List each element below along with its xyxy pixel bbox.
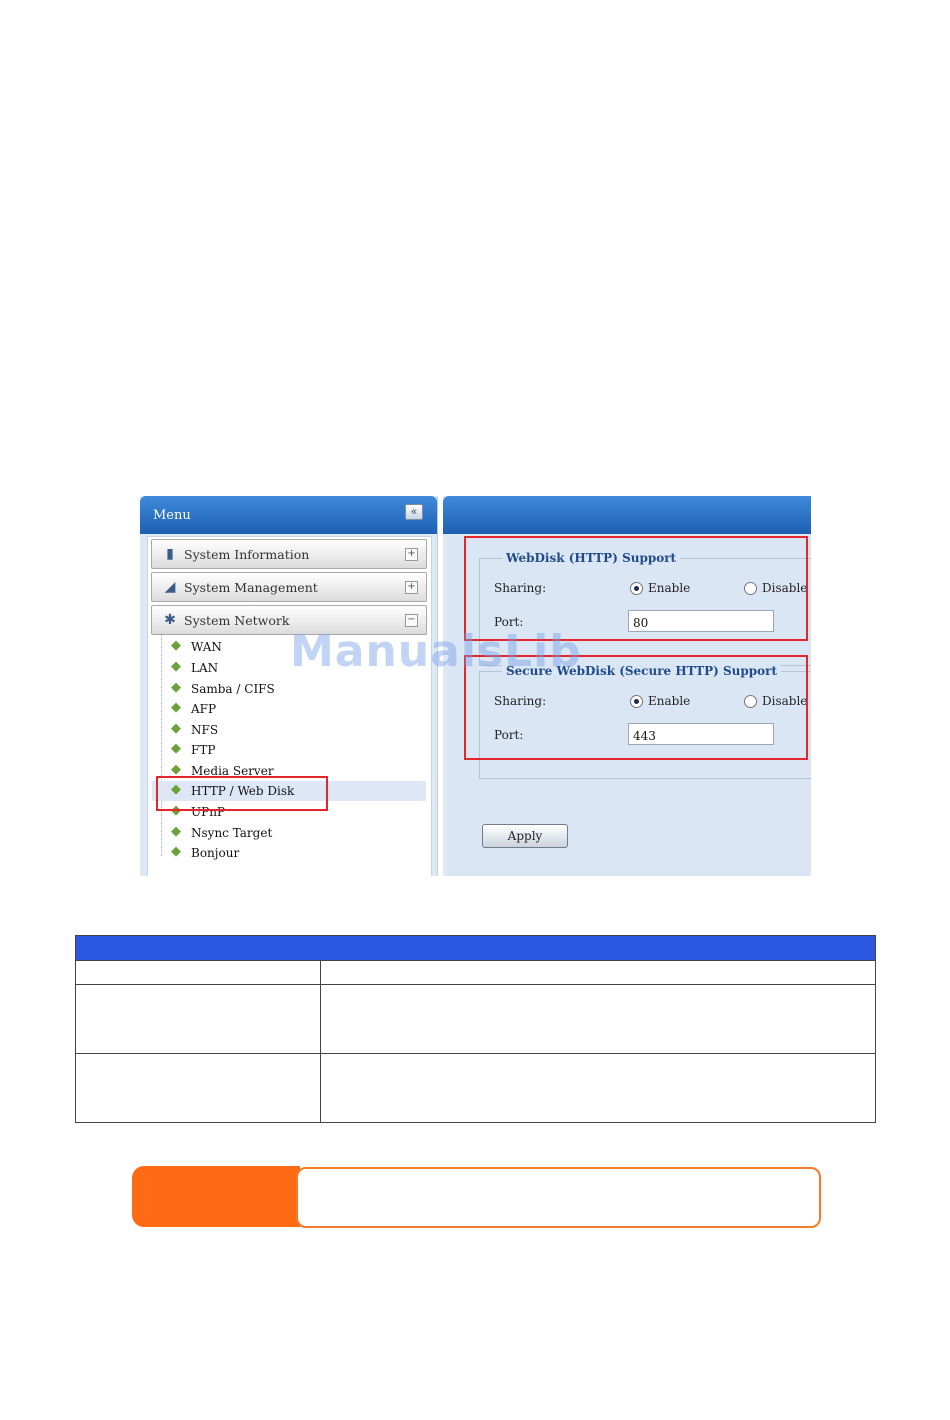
tree-item-label: Bonjour [191, 846, 240, 860]
network-leaf-icon: ◆ [171, 741, 181, 756]
network-leaf-icon: ◆ [171, 844, 181, 859]
tree-connector [161, 634, 162, 856]
expand-icon[interactable]: + [405, 581, 418, 594]
network-leaf-icon: ◆ [171, 824, 181, 839]
network-leaf-icon: ◆ [171, 659, 181, 674]
tree-item-samba-cifs[interactable]: ◆ Samba / CIFS [168, 679, 426, 699]
collapse-menu-button[interactable]: « [405, 504, 423, 520]
settings-table [75, 935, 876, 1123]
accordion-system-information[interactable]: ▮ System Information + [151, 539, 427, 569]
content-panel: WebDisk (HTTP) Support Sharing: Enable D… [443, 496, 811, 876]
tree-item-afp[interactable]: ◆ AFP [168, 699, 426, 719]
tree-item-label: AFP [191, 702, 217, 716]
content-header [443, 496, 811, 534]
apply-button[interactable]: Apply [482, 824, 568, 848]
note-box [296, 1167, 821, 1228]
tree-item-label: Nsync Target [191, 826, 273, 840]
accordion-label: System Network [184, 613, 290, 628]
note-tab [132, 1166, 300, 1227]
accordion-system-management[interactable]: ◢ System Management + [151, 572, 427, 602]
menu-title: Menu [153, 508, 191, 523]
menu-header: Menu « [140, 496, 437, 534]
menu-body: ▮ System Information + ◢ System Manageme… [147, 536, 432, 876]
tree-item-label: Samba / CIFS [191, 682, 275, 696]
table-header [76, 936, 875, 960]
tree-item-label: LAN [191, 661, 219, 675]
table-column-divider [320, 960, 321, 1122]
network-leaf-icon: ◆ [171, 762, 181, 777]
accordion-label: System Information [184, 547, 310, 562]
network-leaf-icon: ◆ [171, 680, 181, 695]
tree-item-label: WAN [191, 640, 222, 654]
webdisk-screenshot: Menu « ▮ System Information + ◢ System M… [140, 496, 811, 876]
highlight-box-menu-item [156, 776, 328, 811]
tree-item-ftp[interactable]: ◆ FTP [168, 740, 426, 760]
tree-item-label: FTP [191, 743, 216, 757]
tree-item-nsync-target[interactable]: ◆ Nsync Target [168, 823, 426, 843]
tree-item-nfs[interactable]: ◆ NFS [168, 720, 426, 740]
table-divider [76, 1053, 875, 1054]
menu-panel: Menu « ▮ System Information + ◢ System M… [140, 496, 438, 876]
expand-icon[interactable]: + [405, 548, 418, 561]
table-divider [76, 960, 875, 961]
network-leaf-icon: ◆ [171, 700, 181, 715]
accordion-label: System Management [184, 580, 318, 595]
system-information-icon: ▮ [166, 546, 174, 562]
watermark: ManualsLib [290, 626, 582, 677]
system-management-icon: ◢ [164, 579, 176, 595]
table-divider [76, 984, 875, 985]
tree-item-bonjour[interactable]: ◆ Bonjour [168, 843, 426, 863]
tree-item-label: NFS [191, 723, 219, 737]
network-leaf-icon: ◆ [171, 721, 181, 736]
system-network-icon: ✱ [164, 612, 176, 628]
network-leaf-icon: ◆ [171, 638, 181, 653]
